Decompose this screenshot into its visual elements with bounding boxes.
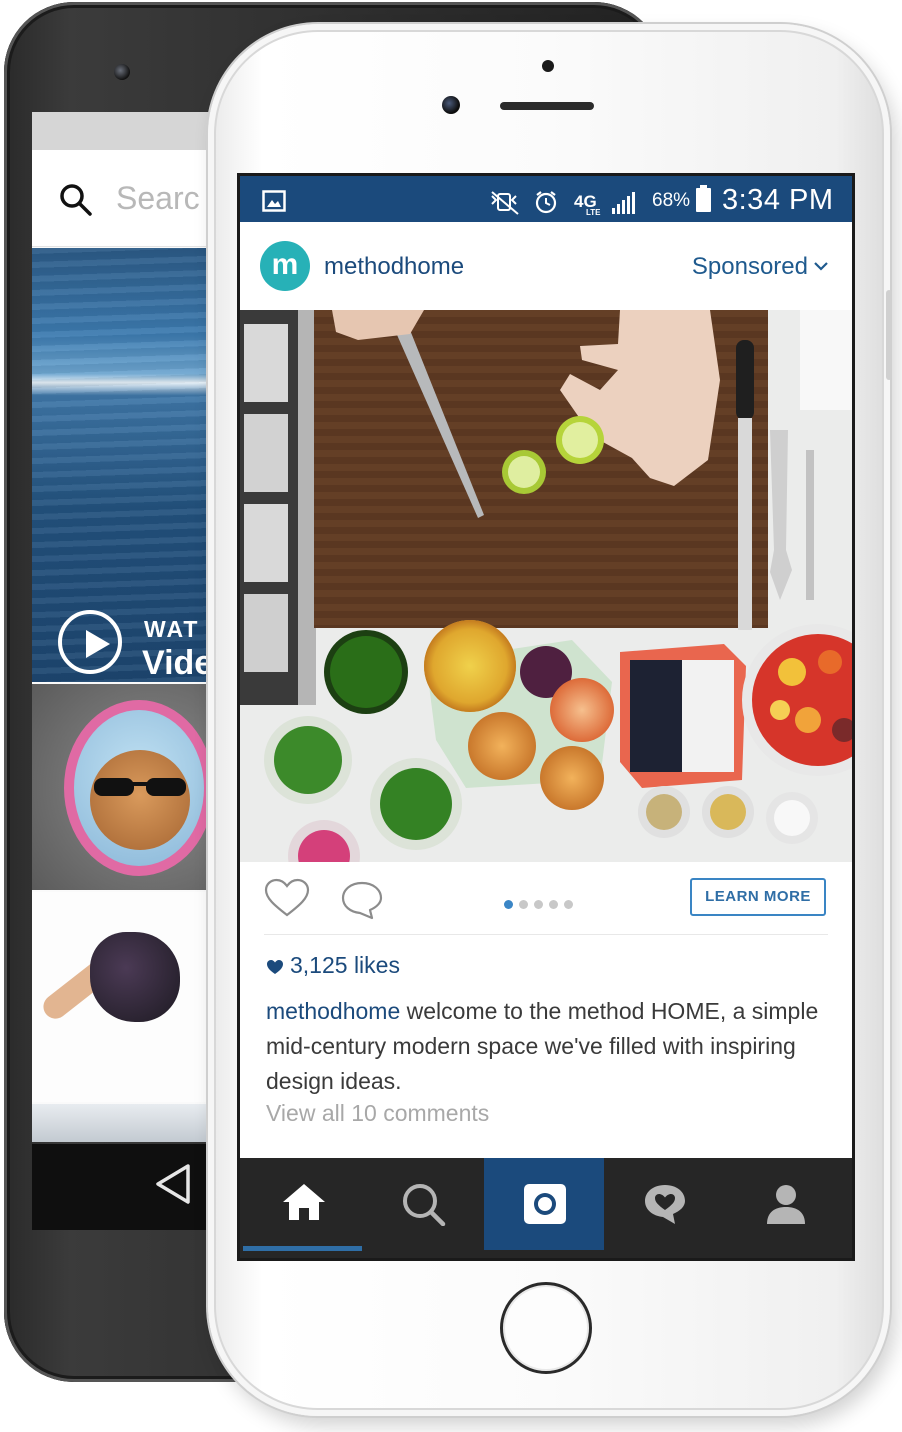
carousel-dot <box>534 900 543 909</box>
likes-label: 3,125 likes <box>290 952 400 978</box>
carousel-indicator <box>504 896 579 914</box>
signal-icon <box>612 192 635 214</box>
front-camera <box>442 96 460 114</box>
search-icon <box>60 184 92 216</box>
gallery-notification-icon <box>262 190 286 212</box>
learn-more-button[interactable]: LEARN MORE <box>690 878 826 916</box>
side-button[interactable] <box>886 290 892 380</box>
carousel-dot <box>504 900 513 909</box>
divider <box>264 934 828 935</box>
caption-username[interactable]: methodhome <box>266 998 400 1024</box>
video-overlay-label: WAT <box>144 616 200 642</box>
tab-search[interactable] <box>363 1158 483 1250</box>
comment-bubble-icon[interactable] <box>340 880 384 920</box>
tab-camera[interactable] <box>484 1158 604 1250</box>
carousel-dot <box>564 900 573 909</box>
like-heart-icon[interactable] <box>264 878 310 918</box>
instagram-screen: 4G LTE 68% 3:34 PM m methodhome Sponsore… <box>240 176 852 1258</box>
heart-icon <box>267 960 283 974</box>
profile-icon <box>767 1185 805 1224</box>
camera-icon <box>524 1184 566 1224</box>
play-icon[interactable] <box>58 610 122 674</box>
bottom-tab-bar <box>240 1158 852 1258</box>
post-header: m methodhome Sponsored <box>240 222 852 310</box>
carousel-dot <box>519 900 528 909</box>
post-photo[interactable] <box>240 310 852 862</box>
front-camera <box>114 64 130 80</box>
back-nav-icon[interactable] <box>152 1162 192 1206</box>
avatar[interactable]: m <box>260 241 310 291</box>
sponsored-menu[interactable]: Sponsored <box>692 253 828 281</box>
status-bar: 4G LTE 68% 3:34 PM <box>240 176 852 222</box>
battery-icon <box>696 185 711 212</box>
post-username[interactable]: methodhome <box>324 253 464 281</box>
carousel-dot <box>549 900 558 909</box>
tab-profile[interactable] <box>725 1158 845 1250</box>
chevron-down-icon <box>814 262 828 271</box>
view-comments-link[interactable]: View all 10 comments <box>266 1100 489 1127</box>
video-overlay-title: Vide <box>142 644 214 682</box>
likes-count[interactable]: 3,125 likes <box>266 952 400 979</box>
proximity-sensor <box>542 60 554 72</box>
dog-photo <box>90 932 180 1022</box>
post-actions: LEARN MORE <box>240 862 852 938</box>
home-icon <box>283 1184 325 1220</box>
search-icon <box>403 1184 446 1226</box>
clock: 3:34 PM <box>722 184 834 216</box>
svg-text:LTE: LTE <box>586 208 601 216</box>
search-placeholder: Searc <box>116 180 200 216</box>
tab-activity[interactable] <box>604 1158 724 1250</box>
status-icons: 4G LTE <box>491 191 635 216</box>
post-caption: methodhome welcome to the method HOME, a… <box>266 994 826 1099</box>
activity-heart-bubble-icon <box>645 1185 685 1224</box>
alarm-icon <box>535 191 557 214</box>
battery-percent: 68% <box>652 190 691 211</box>
sponsored-label: Sponsored <box>691 253 808 280</box>
cat-photo <box>64 700 214 876</box>
earpiece-speaker <box>500 102 594 110</box>
vibrate-icon <box>491 191 519 215</box>
home-button[interactable] <box>500 1282 592 1374</box>
active-tab-indicator <box>243 1246 362 1251</box>
tab-home[interactable] <box>243 1158 363 1250</box>
